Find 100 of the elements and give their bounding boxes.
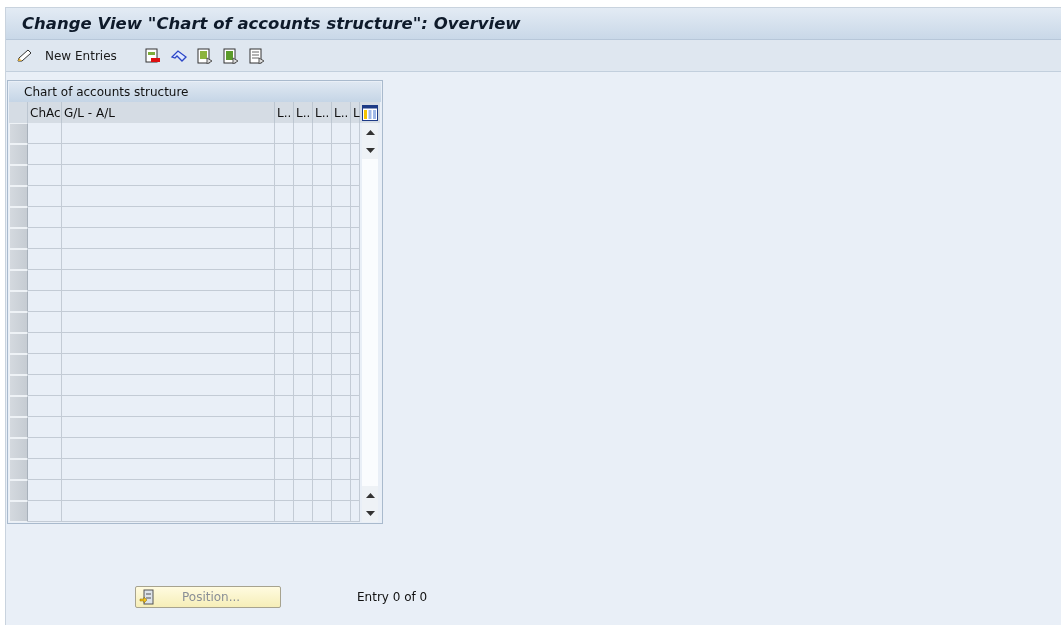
row-selector[interactable] bbox=[9, 459, 28, 480]
table-cell bbox=[294, 144, 313, 165]
row-selector[interactable] bbox=[9, 270, 28, 291]
table-cell bbox=[332, 228, 351, 249]
table-cell bbox=[28, 333, 62, 354]
row-selector[interactable] bbox=[9, 291, 28, 312]
table-cell bbox=[313, 459, 332, 480]
table-cell bbox=[294, 123, 313, 144]
row-selector[interactable] bbox=[9, 207, 28, 228]
table-cell bbox=[275, 165, 294, 186]
row-selector-header[interactable] bbox=[9, 102, 28, 123]
scroll-up-button[interactable] bbox=[362, 123, 378, 141]
toolbar-button[interactable] bbox=[194, 45, 215, 66]
window-title: Change View "Chart of accounts structure": Overview bbox=[22, 14, 521, 33]
table-cell bbox=[332, 396, 351, 417]
table-cell bbox=[294, 354, 313, 375]
row-selector[interactable] bbox=[9, 228, 28, 249]
column-header[interactable]: L.. bbox=[332, 102, 351, 123]
table-cell bbox=[351, 249, 360, 270]
table-cell bbox=[351, 396, 360, 417]
table-cell bbox=[351, 291, 360, 312]
table-cell bbox=[28, 396, 62, 417]
table-cell bbox=[294, 270, 313, 291]
table-cell bbox=[294, 165, 313, 186]
table-cell bbox=[332, 480, 351, 501]
table-cell bbox=[275, 459, 294, 480]
toolbar-button[interactable] bbox=[220, 45, 241, 66]
table-cell bbox=[313, 123, 332, 144]
scroll-up-button[interactable] bbox=[362, 486, 378, 504]
table-cell bbox=[313, 270, 332, 291]
scroll-down-button[interactable] bbox=[362, 504, 378, 522]
table-cell bbox=[332, 165, 351, 186]
table-cell bbox=[351, 144, 360, 165]
table-cell bbox=[28, 291, 62, 312]
table-cell bbox=[313, 438, 332, 459]
column-settings-icon[interactable] bbox=[362, 104, 378, 121]
table-cell bbox=[294, 228, 313, 249]
column-header[interactable]: L.. bbox=[294, 102, 313, 123]
column-header[interactable]: G/L - A/L bbox=[62, 102, 275, 123]
table-cell bbox=[313, 249, 332, 270]
table-cell bbox=[28, 438, 62, 459]
table-cell bbox=[294, 396, 313, 417]
table-cell bbox=[351, 186, 360, 207]
row-selector[interactable] bbox=[9, 186, 28, 207]
column-header[interactable]: ChAc bbox=[28, 102, 62, 123]
table-cell bbox=[28, 144, 62, 165]
table-cell bbox=[351, 438, 360, 459]
row-selector[interactable] bbox=[9, 438, 28, 459]
table-cell bbox=[28, 480, 62, 501]
down-arrow-icon bbox=[365, 510, 375, 516]
scroll-down-button[interactable] bbox=[362, 141, 378, 159]
table-cell bbox=[28, 270, 62, 291]
table-cell bbox=[313, 207, 332, 228]
table-cell bbox=[28, 312, 62, 333]
table-cell bbox=[313, 375, 332, 396]
table-cell bbox=[28, 123, 62, 144]
row-selector[interactable] bbox=[9, 249, 28, 270]
table-cell bbox=[351, 417, 360, 438]
table-cell bbox=[294, 333, 313, 354]
row-selector[interactable] bbox=[9, 375, 28, 396]
table-cell bbox=[28, 459, 62, 480]
entry-count: Entry 0 of 0 bbox=[357, 590, 428, 604]
scrollbar[interactable] bbox=[362, 123, 378, 522]
row-selector[interactable] bbox=[9, 417, 28, 438]
row-selector[interactable] bbox=[9, 312, 28, 333]
row-selector[interactable] bbox=[9, 354, 28, 375]
toolbar-button[interactable] bbox=[246, 45, 267, 66]
table-cell bbox=[275, 144, 294, 165]
column-header[interactable]: L.. bbox=[275, 102, 294, 123]
table-cell bbox=[275, 207, 294, 228]
table-cell bbox=[313, 354, 332, 375]
column-header[interactable]: L.. bbox=[313, 102, 332, 123]
row-selector[interactable] bbox=[9, 501, 28, 522]
table-cell bbox=[294, 480, 313, 501]
row-selector[interactable] bbox=[9, 165, 28, 186]
table-cell bbox=[332, 312, 351, 333]
table-cell bbox=[294, 249, 313, 270]
table-cell bbox=[28, 228, 62, 249]
table-cell bbox=[313, 144, 332, 165]
table-cell bbox=[313, 186, 332, 207]
toolbar-button[interactable] bbox=[142, 45, 163, 66]
table-cell bbox=[351, 459, 360, 480]
table-cell bbox=[294, 186, 313, 207]
table-cell bbox=[275, 354, 294, 375]
row-selector[interactable] bbox=[9, 333, 28, 354]
new-entries-button[interactable]: New Entries bbox=[16, 47, 137, 64]
up-arrow-icon bbox=[365, 129, 375, 135]
table-cell bbox=[313, 228, 332, 249]
pencil-icon bbox=[16, 47, 33, 64]
row-selector[interactable] bbox=[9, 123, 28, 144]
row-selector[interactable] bbox=[9, 144, 28, 165]
table-cell bbox=[351, 375, 360, 396]
row-selector[interactable] bbox=[9, 480, 28, 501]
table-cell bbox=[294, 417, 313, 438]
table-cell bbox=[351, 312, 360, 333]
table-cell bbox=[351, 207, 360, 228]
delete-row-icon bbox=[144, 47, 161, 64]
row-selector[interactable] bbox=[9, 396, 28, 417]
table-cell bbox=[313, 165, 332, 186]
table-cell bbox=[313, 396, 332, 417]
